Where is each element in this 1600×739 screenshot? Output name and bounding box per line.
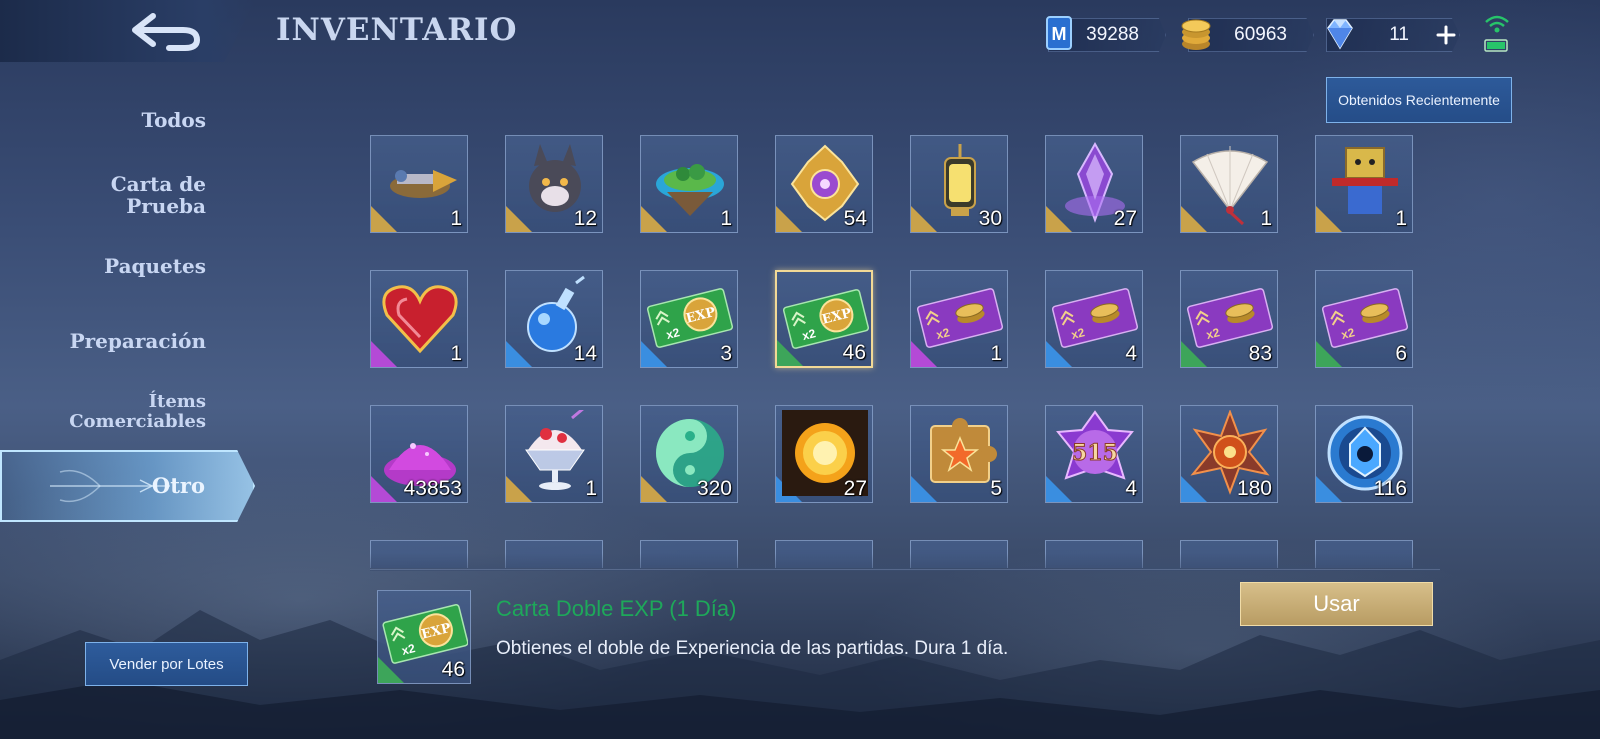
inventory-slot[interactable]: 27 (775, 405, 873, 503)
item-quantity: 5 (990, 477, 1002, 500)
bp-card-icon: M (1046, 16, 1072, 50)
inventory-slot[interactable]: x2 6 (1315, 270, 1413, 368)
inventory-slot[interactable]: 27 (1045, 135, 1143, 233)
item-quantity: 12 (573, 207, 597, 230)
plus-icon (1436, 25, 1456, 45)
inventory-slot-partial[interactable] (1045, 540, 1143, 568)
use-button[interactable]: Usar (1240, 582, 1433, 626)
battle-points-value: 39288 (1086, 24, 1139, 45)
inventory-slot[interactable]: 30 (910, 135, 1008, 233)
item-quantity: 54 (843, 207, 867, 230)
back-arrow-icon (132, 13, 201, 51)
exp-card-icon: EXP x2 (382, 604, 468, 664)
item-quantity: 27 (843, 477, 867, 500)
item-quantity: 43853 (403, 477, 462, 500)
item-quantity: 83 (1248, 342, 1272, 365)
detail-item-quantity: 46 (441, 658, 465, 681)
inventory-slot[interactable]: 54 (775, 135, 873, 233)
gold-coins-icon (1181, 19, 1211, 50)
item-quantity: 30 (978, 207, 1002, 230)
item-quantity: 6 (1395, 342, 1407, 365)
inventory-slot[interactable]: 1 (370, 270, 468, 368)
inventory-slot-partial[interactable] (1315, 540, 1413, 568)
diamonds-value: 11 (1389, 24, 1409, 45)
sell-in-bulk-button[interactable]: Vender por Lotes (85, 642, 248, 686)
detail-item-description: Obtienes el doble de Experiencia de las … (496, 638, 1009, 659)
inventory-slot[interactable]: 1 (640, 135, 738, 233)
item-quantity: 4 (1125, 342, 1137, 365)
sidebar-item-carta-de-prueba[interactable]: Carta de Prueba (96, 173, 206, 217)
back-button[interactable] (120, 8, 210, 54)
inventory-slot[interactable]: 1 (1315, 135, 1413, 233)
recently-obtained-button[interactable]: Obtenidos Recientemente (1326, 77, 1512, 123)
inventory-slot[interactable]: x2 4 (1045, 270, 1143, 368)
inventory-slot[interactable]: 1 (505, 405, 603, 503)
inventory-slot-partial[interactable] (505, 540, 603, 568)
inventory-slot[interactable]: 180 (1180, 405, 1278, 503)
item-quantity: 116 (1373, 477, 1407, 500)
item-quantity: 1 (450, 342, 462, 365)
item-quantity: 1 (585, 477, 597, 500)
svg-text:M: M (1052, 24, 1067, 44)
item-quantity: 46 (842, 341, 866, 364)
inventory-grid: 1 12 1 54 30 27 1 1 1 14 EXP x2 3 EXP x2 46 x2 1 x2 4 x2 83 x2… (370, 135, 1440, 568)
item-quantity: 1 (720, 207, 732, 230)
inventory-slot-partial[interactable] (640, 540, 738, 568)
inventory-slot[interactable]: x2 83 (1180, 270, 1278, 368)
sidebar-item-preparacion[interactable]: Preparación (70, 330, 206, 352)
inventory-slot[interactable]: 14 (505, 270, 603, 368)
inventory-slot-partial[interactable] (910, 540, 1008, 568)
inventory-slot[interactable]: 116 (1315, 405, 1413, 503)
item-quantity: 3 (720, 342, 732, 365)
inventory-slot-partial[interactable] (775, 540, 873, 568)
item-quantity: 320 (696, 477, 732, 500)
item-quantity: 14 (573, 342, 597, 365)
item-quantity: 1 (450, 207, 462, 230)
inventory-slot[interactable]: 515 4 (1045, 405, 1143, 503)
sidebar-item-todos[interactable]: Todos (141, 109, 206, 131)
page-title: INVENTARIO (276, 12, 518, 48)
item-quantity: 1 (990, 342, 1002, 365)
add-diamonds-button[interactable] (1432, 20, 1460, 50)
inventory-slot[interactable]: 1 (1180, 135, 1278, 233)
inventory-slot[interactable]: x2 1 (910, 270, 1008, 368)
item-quantity: 27 (1113, 207, 1137, 230)
item-quantity: 1 (1260, 207, 1272, 230)
item-quantity: 180 (1236, 477, 1272, 500)
sidebar-item-items-comerciables[interactable]: Ítems Comerciables (56, 392, 206, 432)
wifi-signal-icon (1484, 15, 1509, 52)
inventory-slot-partial[interactable] (370, 540, 468, 568)
inventory-slot[interactable]: 43853 (370, 405, 468, 503)
inventory-slot-partial[interactable] (1180, 540, 1278, 568)
grid-divider (370, 569, 1440, 570)
sidebar-item-paquetes[interactable]: Paquetes (104, 255, 206, 277)
inventory-slot[interactable]: EXP x2 46 (775, 270, 873, 368)
detail-item-slot: EXP x2 46 (377, 590, 471, 684)
active-arrow-decoration (50, 469, 170, 503)
tickets-value: 60963 (1234, 24, 1287, 45)
diamond-icon (1327, 19, 1353, 50)
item-quantity: 1 (1395, 207, 1407, 230)
inventory-slot[interactable]: 1 (370, 135, 468, 233)
inventory-slot[interactable]: 5 (910, 405, 1008, 503)
inventory-slot[interactable]: 12 (505, 135, 603, 233)
inventory-slot[interactable]: EXP x2 3 (640, 270, 738, 368)
item-quantity: 4 (1125, 477, 1137, 500)
detail-item-name: Carta Doble EXP (1 Día) (496, 596, 737, 621)
inventory-slot[interactable]: 320 (640, 405, 738, 503)
svg-text:515: 515 (1072, 440, 1118, 466)
